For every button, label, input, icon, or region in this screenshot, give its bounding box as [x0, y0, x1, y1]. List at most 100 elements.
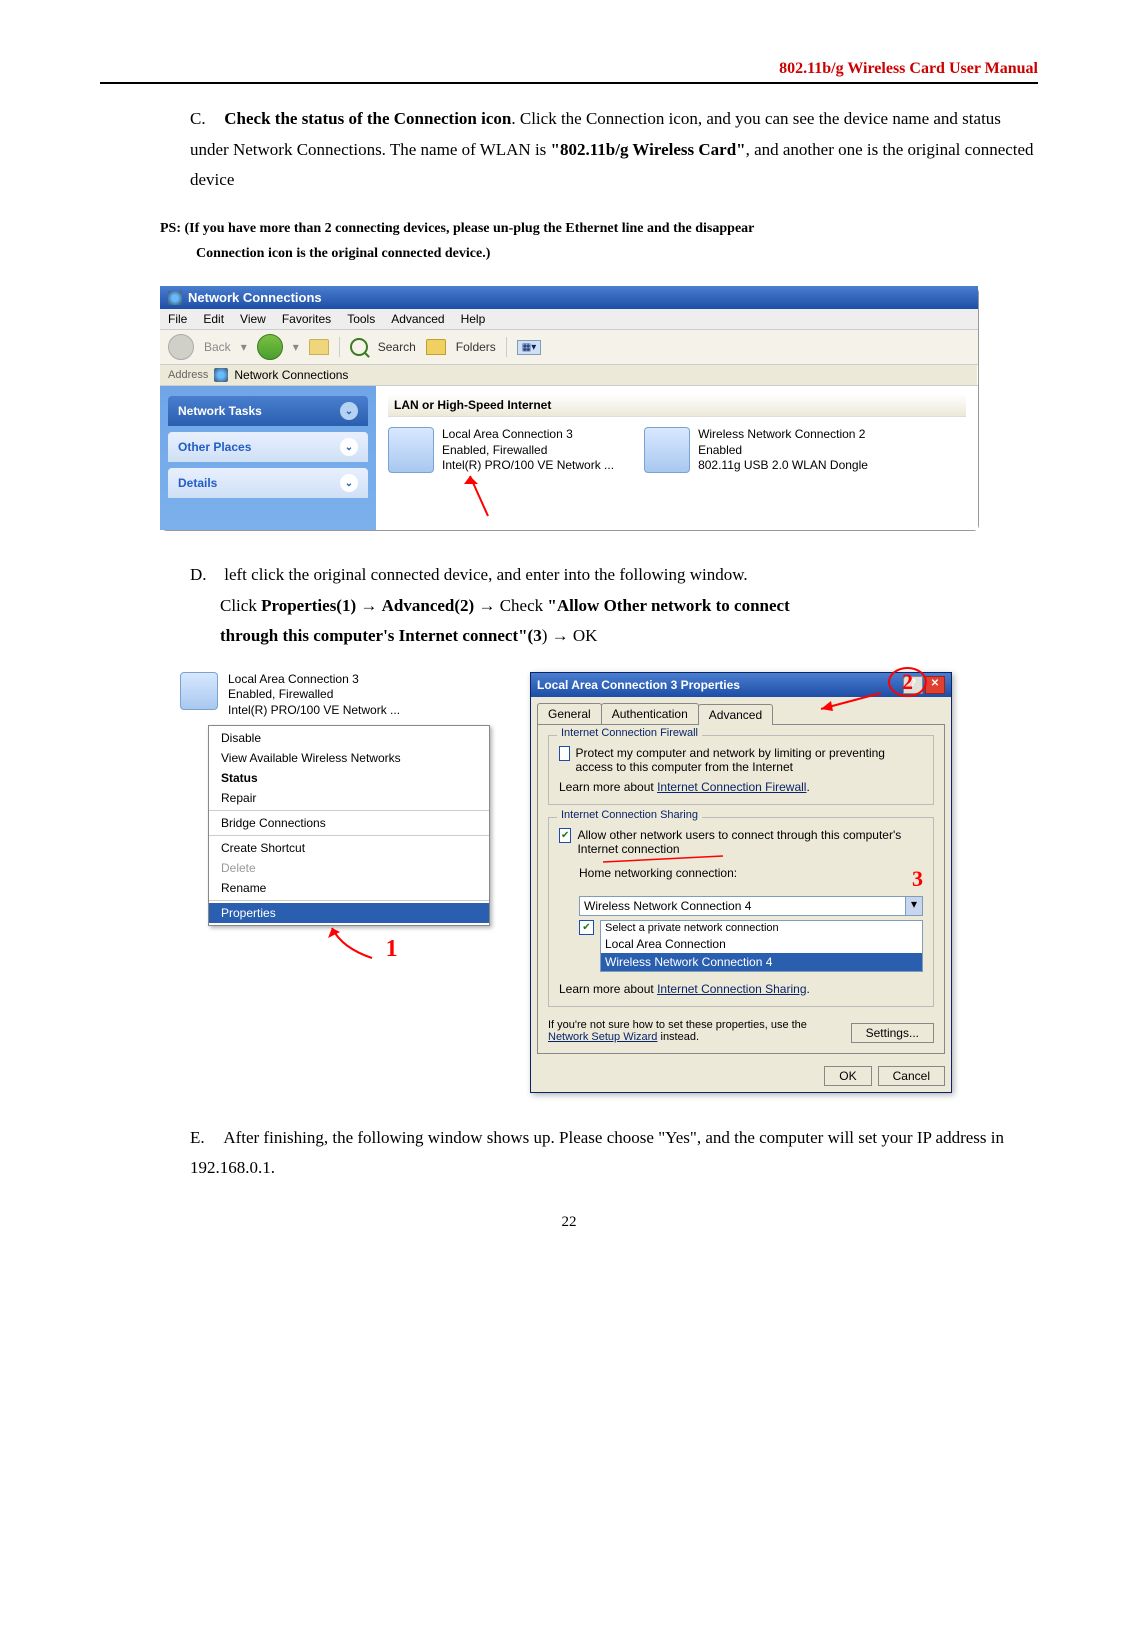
cancel-button[interactable]: Cancel — [878, 1066, 945, 1086]
ctx-sep3 — [209, 900, 489, 901]
arrow-icon — [811, 689, 891, 713]
ok-button[interactable]: OK — [824, 1066, 871, 1086]
home-row: Home networking connection: 3 — [579, 866, 923, 892]
red-number-3: 3 — [912, 866, 923, 892]
screenshot-2-wrap: Local Area Connection 3 Enabled, Firewal… — [180, 672, 978, 1093]
red-1-annotation: 1 — [180, 926, 500, 956]
arrow-icon — [302, 922, 442, 962]
back-button[interactable]: Back — [204, 340, 231, 354]
section-lan-heading: LAN or High-Speed Internet — [388, 394, 966, 417]
panel-details[interactable]: Details ⌄ — [168, 468, 368, 498]
tab-advanced[interactable]: Advanced — [698, 704, 773, 725]
tab-general[interactable]: General — [537, 703, 602, 724]
red-2-arrow — [811, 689, 891, 716]
ctx-properties[interactable]: Properties — [209, 903, 489, 923]
tab-body: Internet Connection Firewall Protect my … — [537, 724, 945, 1054]
ps-line2: Connection icon is the original connecte… — [160, 241, 1038, 266]
menu-tools[interactable]: Tools — [347, 312, 375, 326]
address-icon — [214, 368, 228, 382]
bottom-after: instead. — [657, 1031, 699, 1043]
settings-button[interactable]: Settings... — [851, 1023, 934, 1043]
panel-network-tasks[interactable]: Network Tasks ⌄ — [168, 396, 368, 426]
conn2-name: Wireless Network Connection 2 — [698, 427, 868, 443]
strike-icon — [603, 852, 823, 866]
home-label: Home networking connection: — [579, 866, 737, 892]
menu-favorites[interactable]: Favorites — [282, 312, 331, 326]
page-header: 802.11b/g Wireless Card User Manual — [100, 60, 1038, 84]
d-line1: left click the original connected device… — [224, 565, 747, 584]
tab-authentication[interactable]: Authentication — [601, 703, 699, 724]
menu-view[interactable]: View — [240, 312, 266, 326]
combo-dropdown-icon[interactable]: ▾ — [905, 897, 922, 915]
up-folder-icon[interactable] — [309, 339, 329, 355]
back-button-icon[interactable] — [168, 334, 194, 360]
ics-checkbox[interactable]: ✔ — [559, 828, 571, 843]
ctx-status[interactable]: Status — [209, 768, 489, 788]
ctx-shortcut[interactable]: Create Shortcut — [209, 838, 489, 858]
ctx-rename[interactable]: Rename — [209, 878, 489, 898]
content-area: Network Tasks ⌄ Other Places ⌄ Details ⌄… — [160, 386, 978, 530]
forward-button-icon[interactable] — [257, 334, 283, 360]
menu-advanced[interactable]: Advanced — [391, 312, 444, 326]
views-icon[interactable]: ▦▾ — [517, 340, 541, 355]
icf-check-row: Protect my computer and network by limit… — [559, 746, 923, 774]
conn1-status: Enabled, Firewalled — [442, 443, 614, 459]
ctx-disable[interactable]: Disable — [209, 728, 489, 748]
conn1-text: Local Area Connection 3 Enabled, Firewal… — [442, 427, 614, 474]
search-icon[interactable] — [350, 338, 368, 356]
main-panel: LAN or High-Speed Internet Local Area Co… — [376, 386, 978, 530]
group-icf-title: Internet Connection Firewall — [557, 727, 702, 739]
menu-edit[interactable]: Edit — [203, 312, 224, 326]
connection-item-2[interactable]: Wireless Network Connection 2 Enabled 80… — [644, 427, 868, 474]
combo-value: Wireless Network Connection 4 — [580, 897, 905, 915]
icf-checkbox[interactable] — [559, 746, 570, 761]
ics-learn-link[interactable]: Internet Connection Sharing — [657, 982, 806, 996]
side-panel: Network Tasks ⌄ Other Places ⌄ Details ⌄ — [160, 386, 376, 530]
icf-learn-text: Learn more about — [559, 780, 657, 794]
lb-item-2[interactable]: Wireless Network Connection 4 — [601, 953, 922, 971]
folders-icon[interactable] — [426, 339, 446, 355]
menu-help[interactable]: Help — [461, 312, 486, 326]
d-q2: through this computer's Internet connect… — [190, 626, 542, 645]
folders-button[interactable]: Folders — [456, 340, 496, 354]
bottom-text1: If you're not sure how to set these prop… — [548, 1019, 807, 1031]
home-combo[interactable]: Wireless Network Connection 4 ▾ — [579, 896, 923, 916]
panel-tasks-label: Network Tasks — [178, 404, 262, 418]
sel-checkbox[interactable]: ✔ — [579, 920, 594, 935]
panel-other-places[interactable]: Other Places ⌄ — [168, 432, 368, 462]
conn2-status: Enabled — [698, 443, 868, 459]
menubar: File Edit View Favorites Tools Advanced … — [160, 309, 978, 330]
icf-learn: Learn more about Internet Connection Fir… — [559, 780, 923, 794]
d-adv: Advanced(2) — [382, 596, 475, 615]
back-dropdown-icon[interactable]: ▾ — [241, 340, 247, 354]
connections-row: Local Area Connection 3 Enabled, Firewal… — [388, 427, 966, 474]
d-q1: "Allow Other network to connect — [547, 596, 789, 615]
lb-item-1[interactable]: Local Area Connection — [601, 935, 922, 953]
chevron-down-icon2[interactable]: ⌄ — [340, 438, 358, 456]
e-text1: After finishing, the following window sh… — [223, 1128, 658, 1147]
sel-label-row: ✔ Select a private network connection Lo… — [579, 920, 923, 972]
search-button[interactable]: Search — [378, 340, 416, 354]
ctx-name: Local Area Connection 3 — [228, 672, 400, 688]
ctx-view-networks[interactable]: View Available Wireless Networks — [209, 748, 489, 768]
ctx-head-text: Local Area Connection 3 Enabled, Firewal… — [228, 672, 400, 719]
chevron-down-icon3[interactable]: ⌄ — [340, 474, 358, 492]
ctx-device: Intel(R) PRO/100 VE Network ... — [228, 703, 400, 719]
ctx-bridge[interactable]: Bridge Connections — [209, 813, 489, 833]
group-ics: Internet Connection Sharing ✔ Allow othe… — [548, 817, 934, 1007]
ctx-sep1 — [209, 810, 489, 811]
close-button-icon[interactable]: ✕ — [925, 676, 945, 694]
ctx-repair[interactable]: Repair — [209, 788, 489, 808]
window-titlebar: Network Connections — [160, 286, 978, 309]
icf-learn-link[interactable]: Internet Connection Firewall — [657, 780, 806, 794]
properties-dialog: Local Area Connection 3 Properties ? ✕ 2… — [530, 672, 952, 1093]
connection-item-1[interactable]: Local Area Connection 3 Enabled, Firewal… — [388, 427, 614, 474]
address-bar: Address Network Connections — [160, 365, 978, 386]
menu-file[interactable]: File — [168, 312, 187, 326]
bottom-link[interactable]: Network Setup Wizard — [548, 1031, 657, 1043]
d-click: Click — [190, 596, 261, 615]
chevron-down-icon[interactable]: ⌄ — [340, 402, 358, 420]
forward-dropdown-icon[interactable]: ▾ — [293, 340, 299, 354]
conn2-text: Wireless Network Connection 2 Enabled 80… — [698, 427, 868, 474]
c-bold1: Check the status of the Connection icon — [224, 109, 511, 128]
